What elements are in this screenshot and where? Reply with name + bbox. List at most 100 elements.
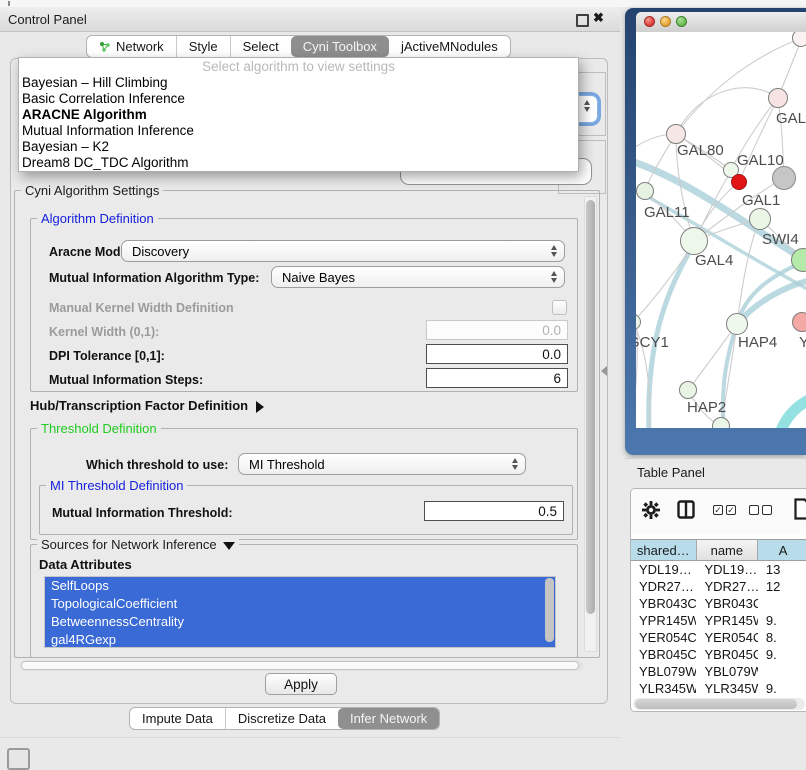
- settings-vertical-scrollbar[interactable]: [584, 196, 597, 652]
- minimized-panel-icon[interactable]: [7, 748, 30, 770]
- algorithm-option-mutual-information-inference[interactable]: Mutual Information Inference: [19, 123, 578, 139]
- table-cell: YPR145W: [696, 613, 757, 628]
- mi-steps-field[interactable]: 6: [426, 368, 568, 388]
- algorithm-option-aracne-algorithm[interactable]: ARACNE Algorithm: [19, 107, 578, 123]
- mi-type-combo[interactable]: Naive Bayes: [271, 266, 565, 288]
- attribute-item-gal4rgexp[interactable]: gal4RGexp: [45, 631, 555, 648]
- table-row[interactable]: YDL19…YDL19…13: [631, 561, 806, 578]
- table-row[interactable]: YBL079WYBL079W: [631, 663, 806, 680]
- table-cell: YER054C: [696, 630, 757, 645]
- network-window-titlebar[interactable]: [636, 12, 806, 33]
- kernel-width-label: Kernel Width (0,1):: [49, 325, 159, 339]
- network-node[interactable]: [680, 227, 708, 255]
- tab-label: jActiveMNodules: [401, 39, 498, 54]
- network-node-label: GAL11: [644, 204, 690, 221]
- attribute-item-selfloops[interactable]: SelfLoops: [45, 577, 555, 595]
- tab-label: Style: [189, 39, 218, 54]
- cyni-tab-label: Infer Network: [350, 711, 427, 726]
- table-rows: YDL19…YDL19…13YDR27…YDR27…12YBR043CYBR04…: [631, 561, 806, 712]
- network-node-label: HAP2: [687, 399, 726, 416]
- settings-horizontal-scrollbar[interactable]: [20, 660, 583, 671]
- network-canvas[interactable]: GALGAL80GAL10GAL11GAL1GAL4SWI4GCY1HAP4YH…: [636, 32, 806, 428]
- table-row[interactable]: YBR045CYBR045C9.: [631, 646, 806, 663]
- kernel-width-field: 0.0: [426, 320, 568, 340]
- network-edge: [779, 394, 806, 428]
- control-panel-tabs: Network Style SelectCyni Toolbox jActiveMNo…: [86, 35, 511, 58]
- tab-style[interactable]: Style: [176, 36, 230, 57]
- tab-network[interactable]: Network: [87, 36, 176, 57]
- close-panel-icon[interactable]: ✖: [593, 10, 604, 26]
- close-window-icon[interactable]: [644, 16, 655, 27]
- cyni-tab-impute-data[interactable]: Impute Data: [130, 708, 225, 729]
- zoom-window-icon[interactable]: [676, 16, 687, 27]
- cyni-tab-discretize-data[interactable]: Discretize Data: [225, 708, 338, 729]
- algorithm-option-bayesian-hill-climbing[interactable]: Bayesian – Hill Climbing: [19, 75, 578, 91]
- mi-threshold-definition-legend: MI Threshold Definition: [46, 478, 187, 493]
- which-threshold-combo[interactable]: MI Threshold: [238, 453, 526, 475]
- table-horizontal-scrollbar[interactable]: [633, 698, 805, 710]
- column-header-shared[interactable]: shared…: [631, 540, 697, 560]
- aracne-mode-combo[interactable]: Discovery: [121, 240, 565, 262]
- table-row[interactable]: YPR145WYPR145W9.: [631, 612, 806, 629]
- control-panel-title: Control Panel: [8, 12, 87, 27]
- algorithm-option-basic-correlation-inference[interactable]: Basic Correlation Inference: [19, 91, 578, 107]
- network-node[interactable]: [712, 417, 730, 428]
- manual-kernel-checkbox[interactable]: [552, 300, 567, 315]
- aracne-mode-value: Discovery: [132, 244, 189, 259]
- tab-select[interactable]: Select: [230, 36, 291, 57]
- algorithm-option-dream8-dc-tdc-algorithm[interactable]: Dream8 DC_TDC Algorithm: [19, 155, 578, 171]
- data-attributes-list[interactable]: SelfLoopsTopologicalCoefficientBetweenne…: [44, 576, 556, 648]
- select-all-rows-icon[interactable]: ✓✓: [713, 505, 736, 515]
- apply-button[interactable]: Apply: [265, 673, 337, 695]
- network-node[interactable]: [768, 88, 788, 108]
- hub-definition-expander[interactable]: Hub/Transcription Factor Definition: [30, 398, 264, 413]
- network-node[interactable]: [679, 381, 697, 399]
- minimize-window-icon[interactable]: [660, 16, 671, 27]
- network-node[interactable]: [792, 32, 806, 47]
- mi-threshold-label: Mutual Information Threshold:: [52, 506, 233, 520]
- network-node[interactable]: [731, 174, 747, 190]
- collapse-arrow-icon: [223, 542, 235, 550]
- table-cell: YBR045C: [696, 647, 757, 662]
- network-node[interactable]: [726, 313, 748, 335]
- mi-steps-value: 6: [553, 371, 561, 386]
- table-cell: 8.: [758, 630, 806, 645]
- network-edge: [739, 98, 778, 182]
- tab-jactivemnodules[interactable]: jActiveMNodules: [389, 36, 510, 57]
- table-panel-title: Table Panel: [637, 465, 705, 480]
- file-export-icon[interactable]: [793, 497, 806, 521]
- float-panel-icon[interactable]: [576, 14, 589, 27]
- cyni-tab-infer-network[interactable]: Infer Network: [338, 708, 439, 729]
- table-cell: YBL079W: [631, 664, 696, 679]
- table-cell: YDR27…: [696, 579, 757, 594]
- network-node-label: GAL4: [695, 252, 733, 269]
- table-row[interactable]: YDR27…YDR27…12: [631, 578, 806, 595]
- columns-icon[interactable]: [677, 500, 695, 519]
- algorithm-dropdown-popup: Select algorithm to view settings Bayesi…: [18, 57, 579, 172]
- attribute-item-betweennesscentrality[interactable]: BetweennessCentrality: [45, 613, 555, 631]
- table-cell: YDL19…: [696, 562, 757, 577]
- splitter-handle-icon[interactable]: [601, 366, 607, 376]
- gear-icon[interactable]: [641, 500, 661, 520]
- mi-threshold-field[interactable]: 0.5: [424, 501, 564, 521]
- network-node[interactable]: [749, 208, 771, 230]
- network-tab-icon: [99, 41, 111, 53]
- kernel-width-value: 0.0: [542, 323, 561, 338]
- network-node[interactable]: [636, 182, 654, 200]
- tab-cyni-toolbox[interactable]: Cyni Toolbox: [291, 36, 389, 57]
- algorithm-placeholder: Select algorithm to view settings: [19, 59, 578, 75]
- table-row[interactable]: YER054CYER054C8.: [631, 629, 806, 646]
- network-node[interactable]: [772, 166, 796, 190]
- deselect-all-rows-icon[interactable]: [749, 505, 772, 515]
- table-row[interactable]: YBR043CYBR043C: [631, 595, 806, 612]
- network-node[interactable]: [666, 124, 686, 144]
- algorithm-option-bayesian-k2[interactable]: Bayesian – K2: [19, 139, 578, 155]
- table-cell: YBR043C: [696, 596, 757, 611]
- table-row[interactable]: YLR345WYLR345W9.: [631, 680, 806, 697]
- column-header-name[interactable]: name: [697, 540, 759, 560]
- attribute-item-topologicalcoefficient[interactable]: TopologicalCoefficient: [45, 595, 555, 613]
- column-header-a[interactable]: A: [758, 540, 806, 560]
- dpi-tolerance-field[interactable]: 0.0: [426, 344, 568, 364]
- network-node[interactable]: [792, 312, 806, 332]
- table-cell: YLR345W: [696, 681, 757, 696]
